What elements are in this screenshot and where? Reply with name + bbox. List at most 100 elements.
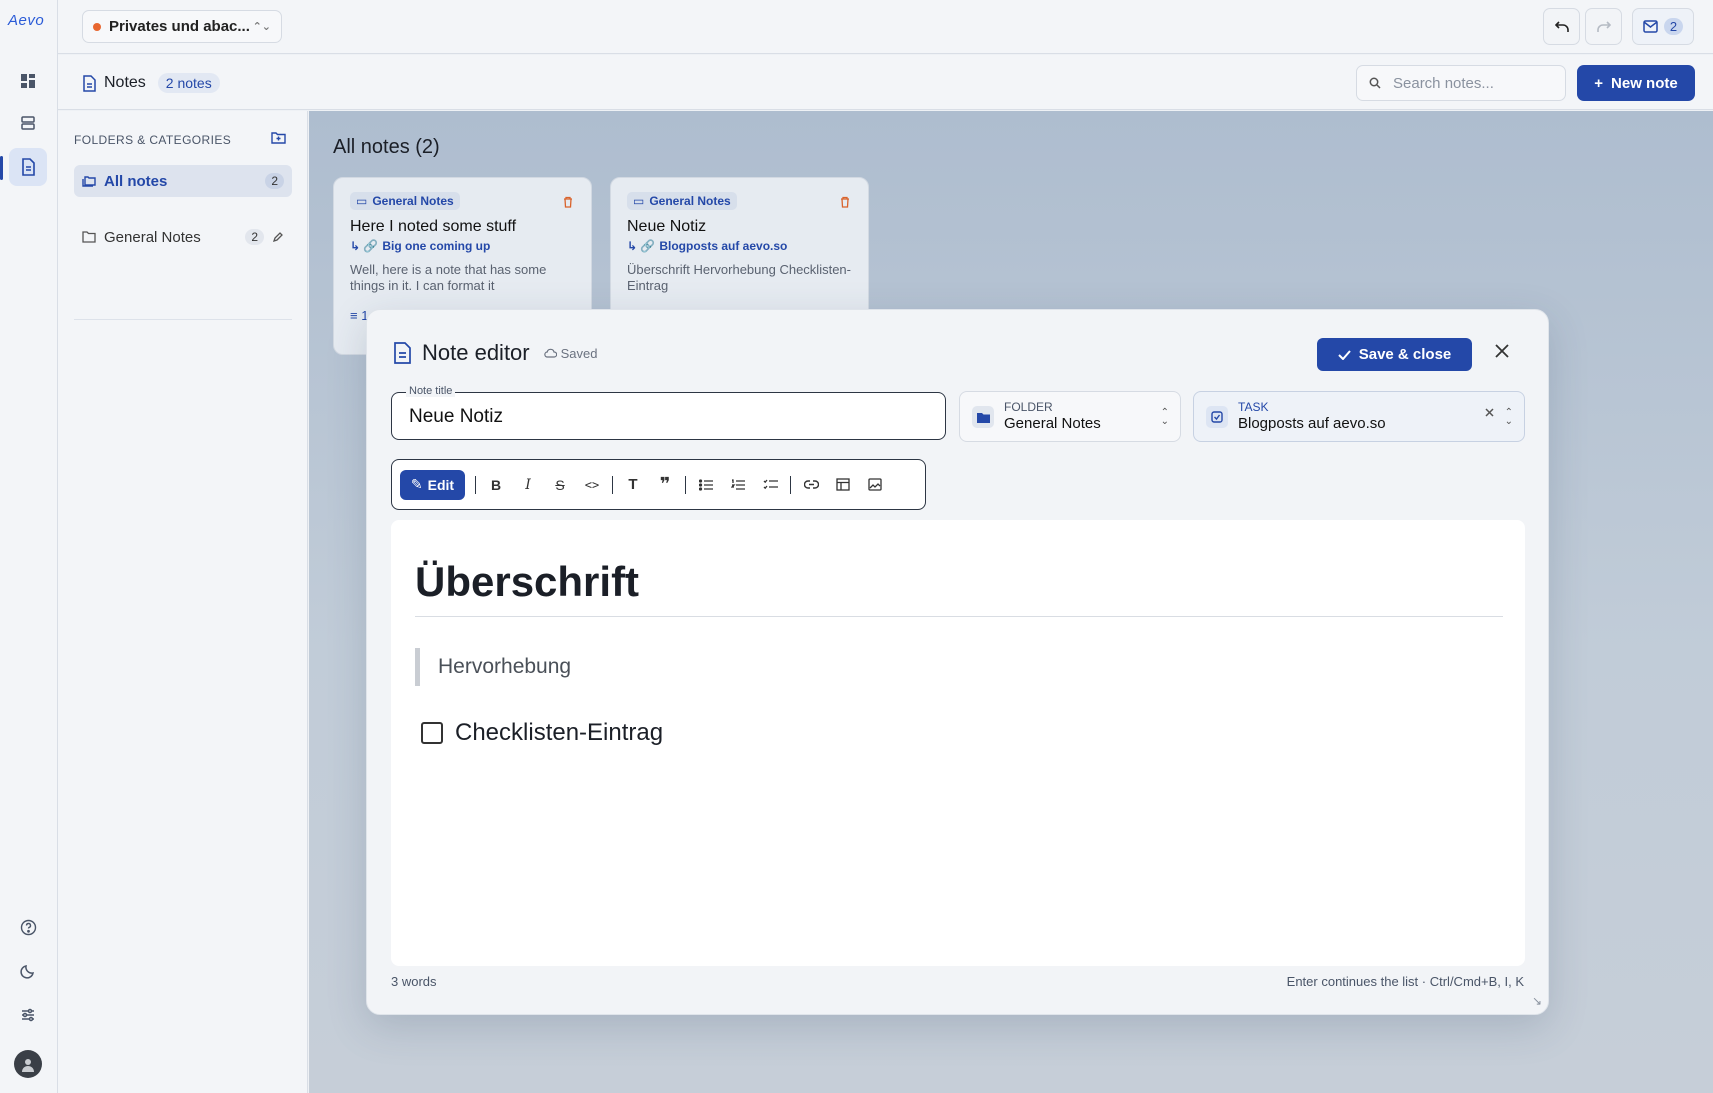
workspace-switcher[interactable]: Privates und abac... ⌃⌄	[82, 10, 282, 43]
avatar[interactable]	[14, 1050, 42, 1078]
task-field-label: TASK	[1238, 400, 1269, 414]
folder-all-notes[interactable]: All notes 2	[74, 165, 292, 197]
checklist-icon[interactable]	[754, 470, 786, 500]
note-card-title: Neue Notiz	[627, 218, 707, 235]
note-editor-modal: Note editor Saved Save & close Note titl…	[366, 309, 1549, 1015]
note-task-link[interactable]: ↳ 🔗 Big one coming up	[350, 239, 575, 253]
bold-icon[interactable]: B	[480, 470, 512, 500]
save-status: Saved	[543, 346, 598, 361]
folder-count: 2	[245, 229, 264, 245]
undo-button[interactable]	[1543, 8, 1580, 45]
image-icon[interactable]	[859, 470, 891, 500]
search-icon	[1369, 77, 1381, 89]
italic-icon[interactable]: I	[512, 470, 544, 500]
inbox-count: 2	[1663, 18, 1684, 35]
note-folder-tag: ▭ General Notes	[350, 192, 460, 210]
table-icon[interactable]	[827, 470, 859, 500]
toolbar-divider	[790, 475, 791, 494]
note-title-value: Neue Notiz	[409, 406, 503, 427]
content-heading[interactable]: Überschrift	[415, 558, 639, 606]
new-note-label: New note	[1611, 74, 1678, 92]
content-divider	[415, 616, 1503, 617]
redo-button[interactable]	[1585, 8, 1622, 45]
cloud-icon	[543, 348, 557, 358]
save-close-button[interactable]: Save & close	[1317, 338, 1472, 371]
edit-icon: ✎	[410, 476, 423, 492]
note-folder-tag-label: General Notes	[372, 194, 454, 208]
edit-pencil-icon[interactable]	[272, 231, 284, 243]
strikethrough-icon[interactable]: S	[544, 470, 576, 500]
rich-text-editor[interactable]: Überschrift Hervorhebung Checklisten-Ein…	[391, 520, 1525, 966]
plus-icon: +	[1594, 74, 1604, 92]
rail-active-indicator	[0, 156, 3, 180]
folders-icon	[82, 176, 96, 187]
app-rail: Aevo	[0, 0, 58, 1093]
top-bar: Privates und abac... ⌃⌄ 2	[58, 0, 1713, 54]
link-icon: ↳ 🔗	[350, 239, 379, 253]
numbered-list-icon[interactable]	[722, 470, 754, 500]
note-folder-tag: ▭ General Notes	[627, 192, 737, 210]
chevron-updown-icon[interactable]: ⌃ ⌄	[1505, 408, 1513, 427]
heading-icon[interactable]: T	[617, 470, 649, 500]
checklist-item-label[interactable]: Checklisten-Eintrag	[455, 719, 663, 747]
folder-label: All notes	[104, 172, 168, 190]
redo-icon	[1596, 20, 1611, 32]
link-icon: ↳ 🔗	[627, 239, 656, 253]
checklist-checkbox[interactable]	[421, 722, 443, 744]
folder-icon: ▭	[356, 194, 368, 208]
note-card-preview: Überschrift Hervorhebung Checklisten-Ein…	[627, 262, 851, 293]
mail-icon	[1643, 20, 1658, 33]
close-icon[interactable]	[1495, 344, 1509, 358]
content-blockquote[interactable]: Hervorhebung	[415, 648, 571, 686]
dashboard-icon[interactable]	[9, 62, 47, 100]
note-folder-tag-label: General Notes	[649, 194, 731, 208]
trash-icon[interactable]	[563, 196, 573, 208]
add-folder-icon[interactable]	[271, 131, 286, 144]
keyboard-hint: Enter continues the list · Ctrl/Cmd+B, I…	[1286, 974, 1524, 989]
inbox-button[interactable]: 2	[1632, 8, 1694, 45]
task-select[interactable]: TASK Blogposts auf aevo.so ⌃ ⌄	[1193, 391, 1525, 442]
note-task-link[interactable]: ↳ 🔗 Blogposts auf aevo.so	[627, 239, 852, 253]
folder-field-value: General Notes	[1004, 415, 1101, 432]
edit-mode-label: Edit	[427, 476, 455, 493]
folder-field-label: FOLDER	[1004, 400, 1053, 414]
new-note-button[interactable]: + New note	[1577, 65, 1695, 101]
link-icon[interactable]	[795, 470, 827, 500]
stack-icon[interactable]	[9, 104, 47, 142]
code-icon[interactable]: <>	[576, 470, 608, 500]
quote-icon[interactable]: ❞	[649, 470, 681, 500]
notes-icon[interactable]	[9, 148, 47, 186]
resize-handle-icon[interactable]: ↘	[1532, 994, 1542, 1008]
note-task-link-label: Big one coming up	[382, 239, 491, 253]
content-checklist-item: Checklisten-Eintrag	[421, 719, 663, 747]
folder-label: General Notes	[104, 228, 201, 246]
search-placeholder: Search notes...	[1393, 74, 1494, 92]
search-input[interactable]: Search notes...	[1356, 65, 1566, 101]
help-icon[interactable]	[9, 908, 47, 946]
undo-icon	[1554, 20, 1569, 32]
note-title-label: Note title	[406, 385, 456, 397]
folders-divider	[74, 319, 292, 320]
check-icon	[1338, 349, 1351, 360]
folder-icon	[82, 231, 96, 243]
note-title-input[interactable]: Note title Neue Notiz	[391, 385, 946, 440]
notes-header: Notes 2 notes Search notes... + New note	[58, 55, 1713, 110]
edit-mode-button[interactable]: ✎ Edit	[400, 469, 465, 500]
modal-header: Note editor Saved	[393, 340, 598, 366]
folder-select[interactable]: FOLDER General Notes ⌃ ⌄	[959, 391, 1181, 442]
trash-icon[interactable]	[840, 196, 850, 208]
page-title-text: Notes	[104, 74, 146, 91]
clear-icon[interactable]	[1485, 408, 1494, 417]
bullet-list-icon[interactable]	[690, 470, 722, 500]
folders-panel: FOLDERS & CATEGORIES All notes 2 General…	[58, 111, 308, 1093]
folder-count: 2	[265, 173, 284, 189]
settings-sliders-icon[interactable]	[9, 996, 47, 1034]
task-check-icon	[1206, 406, 1228, 428]
notes-count-badge: 2 notes	[157, 73, 220, 93]
toolbar-divider	[685, 475, 686, 494]
app-logo[interactable]: Aevo	[8, 12, 44, 29]
chevron-updown-icon: ⌃⌄	[252, 21, 271, 33]
folder-general-notes[interactable]: General Notes 2	[74, 221, 292, 253]
dark-mode-icon[interactable]	[9, 952, 47, 990]
document-icon	[394, 342, 411, 364]
